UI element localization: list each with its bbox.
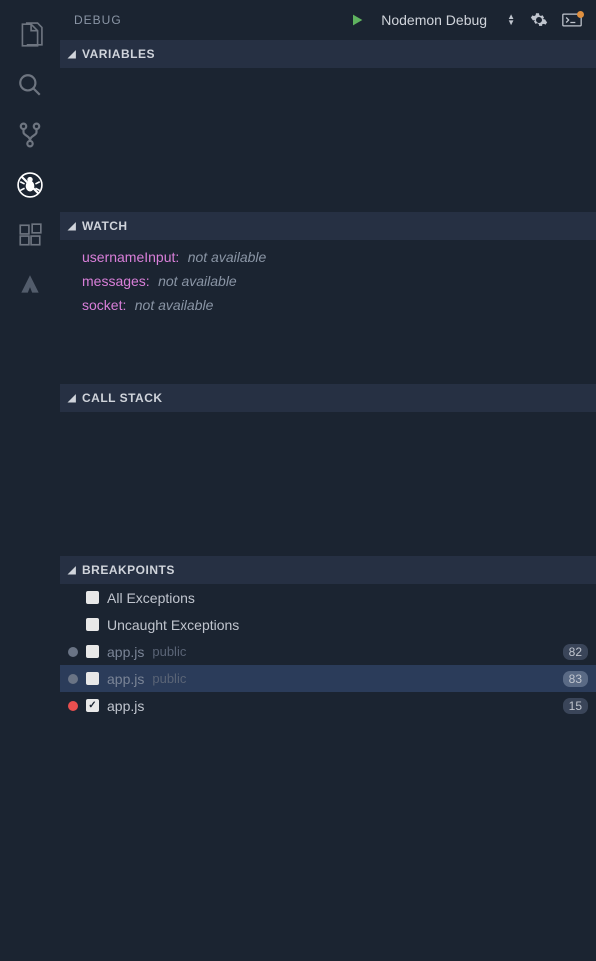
watch-item[interactable]: messages: not available bbox=[60, 270, 596, 294]
search-icon bbox=[17, 72, 43, 98]
breakpoint-label: app.js bbox=[107, 644, 144, 660]
breakpoint-row[interactable]: app.js public 82 bbox=[60, 638, 596, 665]
watch-value: not available bbox=[188, 249, 267, 265]
debug-console-button[interactable] bbox=[562, 13, 582, 27]
activity-item-search[interactable] bbox=[0, 60, 60, 110]
azure-icon bbox=[17, 272, 43, 298]
header-actions: Nodemon Debug ▲▼ bbox=[349, 11, 582, 29]
activity-item-extensions[interactable] bbox=[0, 210, 60, 260]
watch-body: usernameInput: not available messages: n… bbox=[60, 240, 596, 384]
breakpoint-row[interactable]: app.js public 83 bbox=[60, 665, 596, 692]
breakpoint-label: Uncaught Exceptions bbox=[107, 617, 239, 633]
debug-icon bbox=[17, 172, 43, 198]
breakpoint-path: public bbox=[152, 671, 186, 686]
breakpoint-checkbox[interactable] bbox=[86, 591, 99, 604]
variables-body bbox=[60, 68, 596, 212]
breakpoint-row[interactable]: Uncaught Exceptions bbox=[60, 611, 596, 638]
watch-item[interactable]: socket: not available bbox=[60, 294, 596, 318]
section-title: BREAKPOINTS bbox=[82, 563, 175, 577]
breakpoint-row[interactable]: ✓ app.js 15 bbox=[60, 692, 596, 719]
source-control-icon bbox=[17, 122, 43, 148]
breakpoint-line-badge: 15 bbox=[563, 698, 588, 714]
watch-name: messages: bbox=[82, 273, 150, 289]
breakpoint-label: app.js bbox=[107, 671, 144, 687]
watch-value: not available bbox=[158, 273, 237, 289]
breakpoint-line-badge: 83 bbox=[563, 671, 588, 687]
breakpoint-checkbox[interactable]: ✓ bbox=[86, 699, 99, 712]
breakpoint-indicator bbox=[68, 593, 78, 603]
watch-name: usernameInput: bbox=[82, 249, 179, 265]
section-title: WATCH bbox=[82, 219, 128, 233]
activity-bar bbox=[0, 0, 60, 961]
section-title: VARIABLES bbox=[82, 47, 155, 61]
activity-item-explorer[interactable] bbox=[0, 10, 60, 60]
breakpoint-indicator bbox=[68, 647, 78, 657]
extensions-icon bbox=[17, 222, 43, 248]
breakpoint-label: app.js bbox=[107, 698, 144, 714]
breakpoint-checkbox[interactable] bbox=[86, 645, 99, 658]
section-header-callstack[interactable]: ◢ CALL STACK bbox=[60, 384, 596, 412]
breakpoint-checkbox[interactable] bbox=[86, 618, 99, 631]
debug-sidebar: DEBUG Nodemon Debug ▲▼ ◢ VARIABLES ◢ WAT… bbox=[60, 0, 596, 961]
breakpoint-label: All Exceptions bbox=[107, 590, 195, 606]
config-dropdown-icon[interactable]: ▲▼ bbox=[507, 14, 516, 26]
breakpoint-indicator bbox=[68, 701, 78, 711]
chevron-down-icon: ◢ bbox=[68, 49, 78, 60]
activity-item-scm[interactable] bbox=[0, 110, 60, 160]
activity-item-azure[interactable] bbox=[0, 260, 60, 310]
breakpoint-line-badge: 82 bbox=[563, 644, 588, 660]
breakpoint-row[interactable]: All Exceptions bbox=[60, 584, 596, 611]
sidebar-title: DEBUG bbox=[74, 13, 349, 27]
chevron-down-icon: ◢ bbox=[68, 221, 78, 232]
breakpoint-path: public bbox=[152, 644, 186, 659]
breakpoint-indicator bbox=[68, 620, 78, 630]
callstack-body bbox=[60, 412, 596, 556]
watch-item[interactable]: usernameInput: not available bbox=[60, 246, 596, 270]
settings-button[interactable] bbox=[530, 11, 548, 29]
chevron-down-icon: ◢ bbox=[68, 565, 78, 576]
breakpoint-indicator bbox=[68, 674, 78, 684]
debug-config-select[interactable]: Nodemon Debug bbox=[381, 12, 487, 28]
watch-value: not available bbox=[135, 297, 214, 313]
sidebar-header: DEBUG Nodemon Debug ▲▼ bbox=[60, 0, 596, 40]
chevron-down-icon: ◢ bbox=[68, 393, 78, 404]
breakpoint-checkbox[interactable] bbox=[86, 672, 99, 685]
activity-item-debug[interactable] bbox=[0, 160, 60, 210]
section-header-breakpoints[interactable]: ◢ BREAKPOINTS bbox=[60, 556, 596, 584]
section-header-variables[interactable]: ◢ VARIABLES bbox=[60, 40, 596, 68]
section-title: CALL STACK bbox=[82, 391, 163, 405]
start-debug-button[interactable] bbox=[349, 12, 365, 28]
section-header-watch[interactable]: ◢ WATCH bbox=[60, 212, 596, 240]
watch-name: socket: bbox=[82, 297, 126, 313]
breakpoints-body: All Exceptions Uncaught Exceptions app.js p… bbox=[60, 584, 596, 961]
files-icon bbox=[17, 22, 43, 48]
